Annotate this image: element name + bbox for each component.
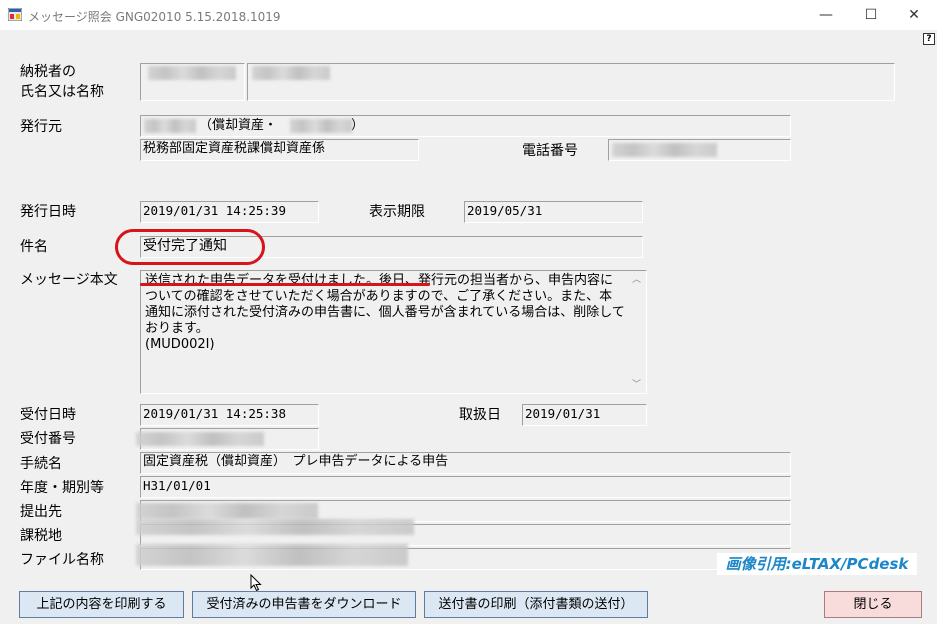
- redacted-issuer-1: [144, 119, 196, 133]
- file-name-label: ファイル名称: [20, 552, 104, 568]
- issuer-department-field: 税務部固定資産税課償却資産係: [140, 139, 419, 161]
- app-icon: [8, 8, 22, 21]
- image-credit-watermark: 画像引用:eLTAX/PCdesk: [717, 553, 917, 575]
- message-body-label: メッセージ本文: [20, 272, 118, 288]
- issuer-label: 発行元: [20, 119, 62, 135]
- print-cover-letter-button[interactable]: 送付書の印刷（添付書類の送付）: [424, 591, 648, 618]
- procedure-name-field: 固定資産税（償却資産） プレ申告データによる申告: [140, 452, 791, 474]
- tax-location-label: 課税地: [20, 528, 62, 544]
- redacted-issuer-2: [290, 119, 352, 133]
- received-number-label: 受付番号: [20, 431, 76, 447]
- redacted-taxpayer-1: [148, 66, 236, 80]
- issuer-name-field: （償却資産・ ）: [140, 115, 791, 137]
- taxpayer-name-field-2: [247, 63, 895, 101]
- handled-date-label: 取扱日: [459, 407, 501, 423]
- redacted-taxpayer-2: [252, 66, 330, 80]
- fiscal-period-field: H31/01/01: [140, 476, 791, 498]
- close-button[interactable]: 閉じる: [824, 591, 922, 618]
- redacted-received-number: [136, 432, 264, 446]
- issue-datetime-field: 2019/01/31 14:25:39: [140, 201, 319, 223]
- highlight-underline: [140, 283, 430, 286]
- received-datetime-label: 受付日時: [20, 407, 76, 423]
- display-deadline-field: 2019/05/31: [464, 201, 643, 223]
- redacted-file-name: [136, 544, 408, 566]
- download-button[interactable]: 受付済みの申告書をダウンロード: [192, 591, 416, 618]
- redacted-tax-location: [136, 519, 414, 535]
- message-body-textarea[interactable]: 送信された申告データを受付けました。後日、発行元の担当者から、申告内容についての…: [140, 270, 647, 394]
- print-button[interactable]: 上記の内容を印刷する: [19, 591, 184, 618]
- title-bar: メッセージ照会 GNG02010 5.15.2018.1019 — ☐ ✕: [0, 0, 937, 30]
- display-deadline-label: 表示期限: [369, 204, 425, 220]
- window-title: メッセージ照会 GNG02010 5.15.2018.1019: [28, 10, 281, 24]
- redacted-submit-to: [136, 503, 318, 519]
- highlight-oval: [115, 229, 265, 265]
- issue-datetime-label: 発行日時: [20, 204, 76, 220]
- fiscal-period-label: 年度・期別等: [20, 480, 104, 496]
- maximize-button[interactable]: ☐: [848, 0, 894, 30]
- phone-label: 電話番号: [522, 143, 578, 159]
- message-scrollbar[interactable]: ︿ ﹀: [630, 271, 646, 393]
- redacted-phone: [612, 143, 717, 157]
- taxpayer-label-line1: 納税者の: [20, 64, 76, 80]
- received-datetime-field: 2019/01/31 14:25:38: [140, 404, 319, 426]
- subject-label: 件名: [20, 239, 48, 255]
- scroll-down-icon[interactable]: ﹀: [632, 377, 641, 390]
- scroll-up-icon[interactable]: ︿: [632, 272, 641, 285]
- taxpayer-label-line2: 氏名又は名称: [20, 84, 104, 100]
- issuer-name-suffix: （償却資産・: [199, 118, 278, 133]
- help-icon[interactable]: ?: [923, 33, 935, 45]
- close-window-button[interactable]: ✕: [891, 0, 937, 30]
- handled-date-field: 2019/01/31: [522, 404, 647, 426]
- issuer-name-close: ）: [351, 118, 365, 133]
- mouse-cursor-icon: [250, 574, 262, 592]
- submit-to-label: 提出先: [20, 504, 62, 520]
- minimize-button[interactable]: —: [803, 0, 849, 30]
- procedure-name-label: 手続名: [20, 456, 62, 472]
